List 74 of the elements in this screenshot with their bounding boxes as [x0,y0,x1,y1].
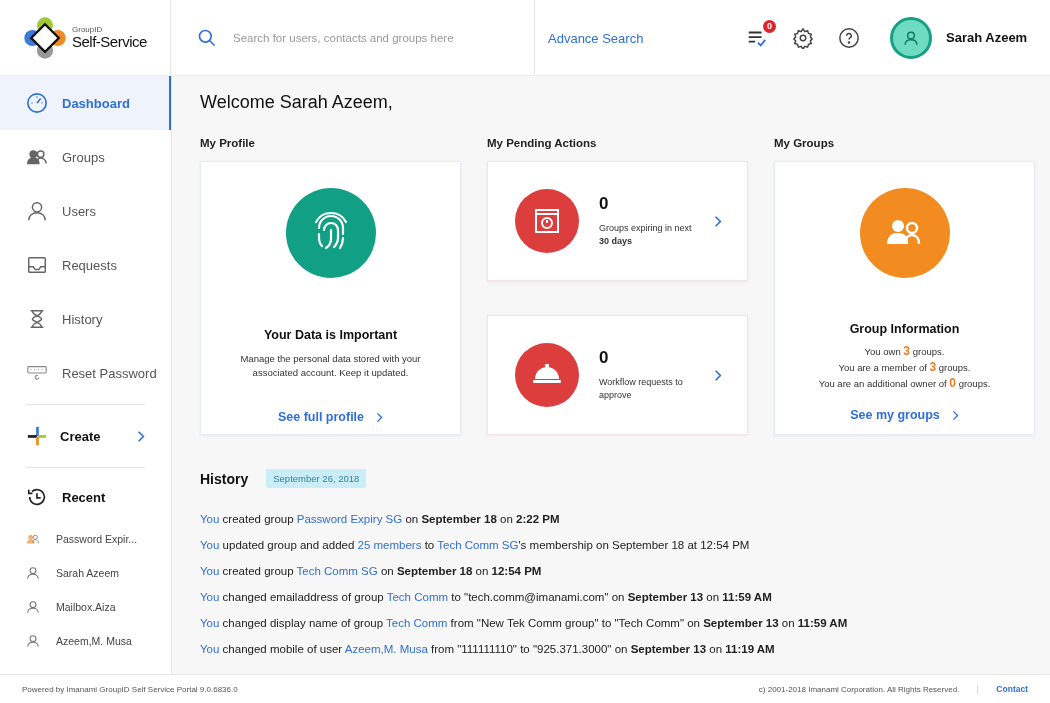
history-link[interactable]: Tech Comm [386,591,449,603]
section-title: My Profile [200,137,256,149]
history-link[interactable]: Tech Comm SG [296,565,378,577]
user-icon [26,200,48,222]
history-entry: You created group Tech Comm SG on September 18 on 12:54 PM [200,564,543,579]
pending-description: Workflow requests to approve [599,376,684,402]
user-icon [26,634,40,648]
user-icon [26,600,40,614]
history-link[interactable]: Azeem,M. Musa [344,643,428,655]
settings-icon [792,26,814,49]
calendar-clock-icon [515,189,579,253]
people-icon [859,188,950,278]
user-avatar[interactable] [890,16,932,59]
section-title: My Groups [774,137,836,149]
card-heading: Group Information [849,322,960,336]
welcome-heading: Welcome Sarah Azeem, [200,92,394,113]
pending-card[interactable]: 0 Groups expiring in next 30 days [487,161,748,281]
chevron-right-icon [714,214,722,228]
recent-heading: Recent [62,489,106,505]
pending-card[interactable]: 0 Workflow requests to approve [487,315,748,435]
group-stat: You are an additional owner of 0 groups. [818,376,991,390]
history-entry: You changed display name of group Tech Comm from "New Tek Comm group" to "Tech Comm" on September 13 on 11:59 AM [200,616,849,631]
history-link[interactable]: You [200,643,220,655]
group-stat: You own 3 groups. [864,344,945,358]
history-link[interactable]: Tech Comm [386,617,448,629]
history-icon [26,486,48,508]
tasks-button[interactable]: 0 [742,21,774,54]
card-description: Manage the personal data stored with your associated account. Keep it updated. [239,352,422,380]
brand-name: Self-Service [72,34,147,49]
card-heading: Your Data is Important [263,328,398,342]
chevron-right-icon [137,429,145,443]
user-name[interactable]: Sarah Azeem [946,30,1028,45]
chevron-right-icon [714,368,722,382]
history-link[interactable]: You [200,591,220,603]
history-entry: You created group Password Expiry SG on September 18 on 2:22 PM [200,512,561,527]
user-icon [26,566,40,580]
see-groups-link[interactable]: See my groups [850,408,959,422]
history-entry: You updated group and added 25 members to Tech Comm SG's membership on September 18 at 12:54 PM [200,538,751,553]
fingerprint-icon [285,188,376,278]
notification-badge: 0 [763,19,776,33]
history-entry: You changed mobile of user Azeem,M. Musa from "111111110" to "925.371.3000" on September 13 on 11:19 AM [200,642,776,657]
history-link[interactable]: Tech Comm SG [437,539,519,551]
date-tag: September 26, 2018 [266,469,367,488]
logo-icon [22,14,68,61]
history-link[interactable]: You [200,617,220,629]
history-heading: History [200,470,249,487]
pending-description: Groups expiring in next 30 days [599,222,693,248]
copyright-text: c) 2001-2018 Imanami Corporation. All Rights Reserved. [758,684,979,694]
sidebar-item[interactable]: Dashboard [0,76,171,130]
people-icon [26,532,40,546]
history-entry: You changed emailaddress of group Tech Comm to "tech.comm@imanami.com" on September 13 on 11:59 AM [200,590,773,605]
history-link[interactable]: Password Expiry SG [296,513,403,525]
chevron-right-icon [376,411,384,423]
service-bell-icon [515,343,579,407]
chevron-right-icon [951,409,959,421]
powered-by-text: Powered by Imanami GroupID Self Service Portal 9.0.6836.0 [22,684,239,694]
pending-count: 0 [599,194,610,214]
history-link[interactable]: You [200,513,220,525]
history-link[interactable]: 25 members [357,539,422,551]
plus-icon [26,425,48,447]
history-link[interactable]: You [200,539,220,551]
brand-subtitle: GroupID [72,26,104,34]
gauge-icon [26,92,48,114]
advance-search-link[interactable]: Advance Search [548,30,644,46]
see-profile-link[interactable]: See full profile [277,410,384,424]
pending-count: 0 [599,348,610,368]
history-link[interactable]: You [200,565,220,577]
search-icon [197,27,217,48]
help-icon [838,26,860,49]
contact-link[interactable]: Contact [996,684,1028,694]
group-stat: You are a member of 3 groups. [838,360,971,374]
inbox-icon [26,254,48,276]
search-field[interactable]: Search for users, contacts and groups here [231,30,525,45]
section-title: My Pending Actions [487,137,598,149]
